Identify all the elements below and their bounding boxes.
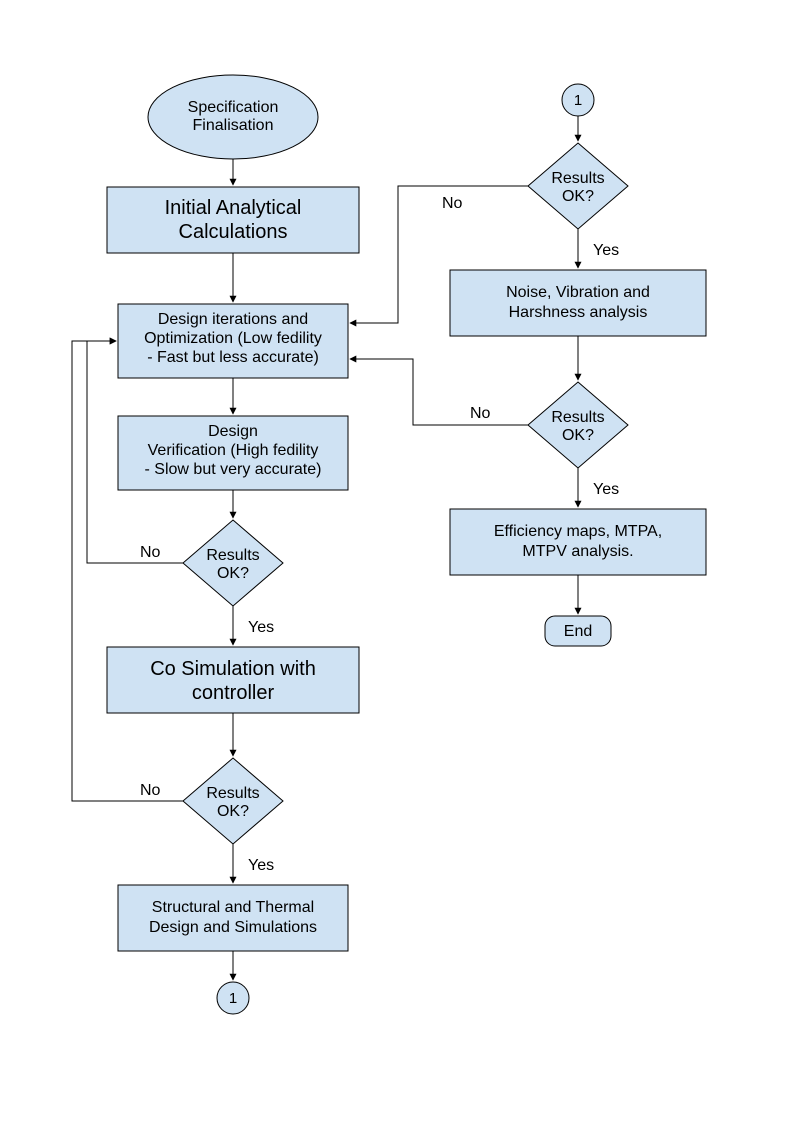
node-verify-line2: Verification (High fedility xyxy=(148,442,319,459)
node-dec3-line2: OK? xyxy=(562,188,594,205)
node-dec4-line2: OK? xyxy=(562,427,594,444)
node-verify-line3: - Slow but very accurate) xyxy=(145,461,322,478)
node-iter-line1: Design iterations and xyxy=(158,311,308,328)
node-dec1-line1: Results xyxy=(206,547,259,564)
label-dec2-yes: Yes xyxy=(248,857,274,874)
node-eff-line2: MTPV analysis. xyxy=(522,543,633,560)
node-verify-line1: Design xyxy=(208,423,258,440)
node-dec2-line2: OK? xyxy=(217,803,249,820)
label-dec1-no: No xyxy=(140,544,161,561)
node-struct-line2: Design and Simulations xyxy=(149,919,317,936)
label-dec3-no: No xyxy=(442,195,463,212)
node-nvh-line1: Noise, Vibration and xyxy=(506,284,650,301)
node-structural-thermal xyxy=(118,885,348,951)
edge-dec4-no xyxy=(350,359,528,425)
edge-dec2-no xyxy=(72,341,183,801)
node-initial-calc-line1: Initial Analytical xyxy=(165,197,302,219)
connector-1-in-label: 1 xyxy=(574,92,582,109)
node-struct-line1: Structural and Thermal xyxy=(152,899,314,916)
node-nvh-line2: Harshness analysis xyxy=(509,304,648,321)
label-dec4-no: No xyxy=(470,405,491,422)
node-initial-calc-line2: Calculations xyxy=(179,221,288,243)
flowchart-canvas: Specification Finalisation Initial Analy… xyxy=(0,0,794,1123)
node-nvh-analysis xyxy=(450,270,706,336)
label-dec2-no: No xyxy=(140,782,161,799)
node-dec1-line2: OK? xyxy=(217,565,249,582)
node-dec3-line1: Results xyxy=(551,170,604,187)
label-dec4-yes: Yes xyxy=(593,481,619,498)
node-dec4-line1: Results xyxy=(551,409,604,426)
node-end-label: End xyxy=(564,623,592,640)
node-iter-line2: Optimization (Low fedility xyxy=(144,330,322,347)
node-cosim-line2: controller xyxy=(192,682,275,704)
node-iter-line3: - Fast but less accurate) xyxy=(147,349,319,366)
node-dec2-line1: Results xyxy=(206,785,259,802)
node-cosim-line1: Co Simulation with xyxy=(150,658,316,680)
label-dec1-yes: Yes xyxy=(248,619,274,636)
node-specification-line2: Finalisation xyxy=(193,117,274,134)
node-efficiency-maps xyxy=(450,509,706,575)
node-specification-line1: Specification xyxy=(188,99,279,116)
label-dec3-yes: Yes xyxy=(593,242,619,259)
connector-1-out-label: 1 xyxy=(229,990,237,1007)
node-eff-line1: Efficiency maps, MTPA, xyxy=(494,523,662,540)
